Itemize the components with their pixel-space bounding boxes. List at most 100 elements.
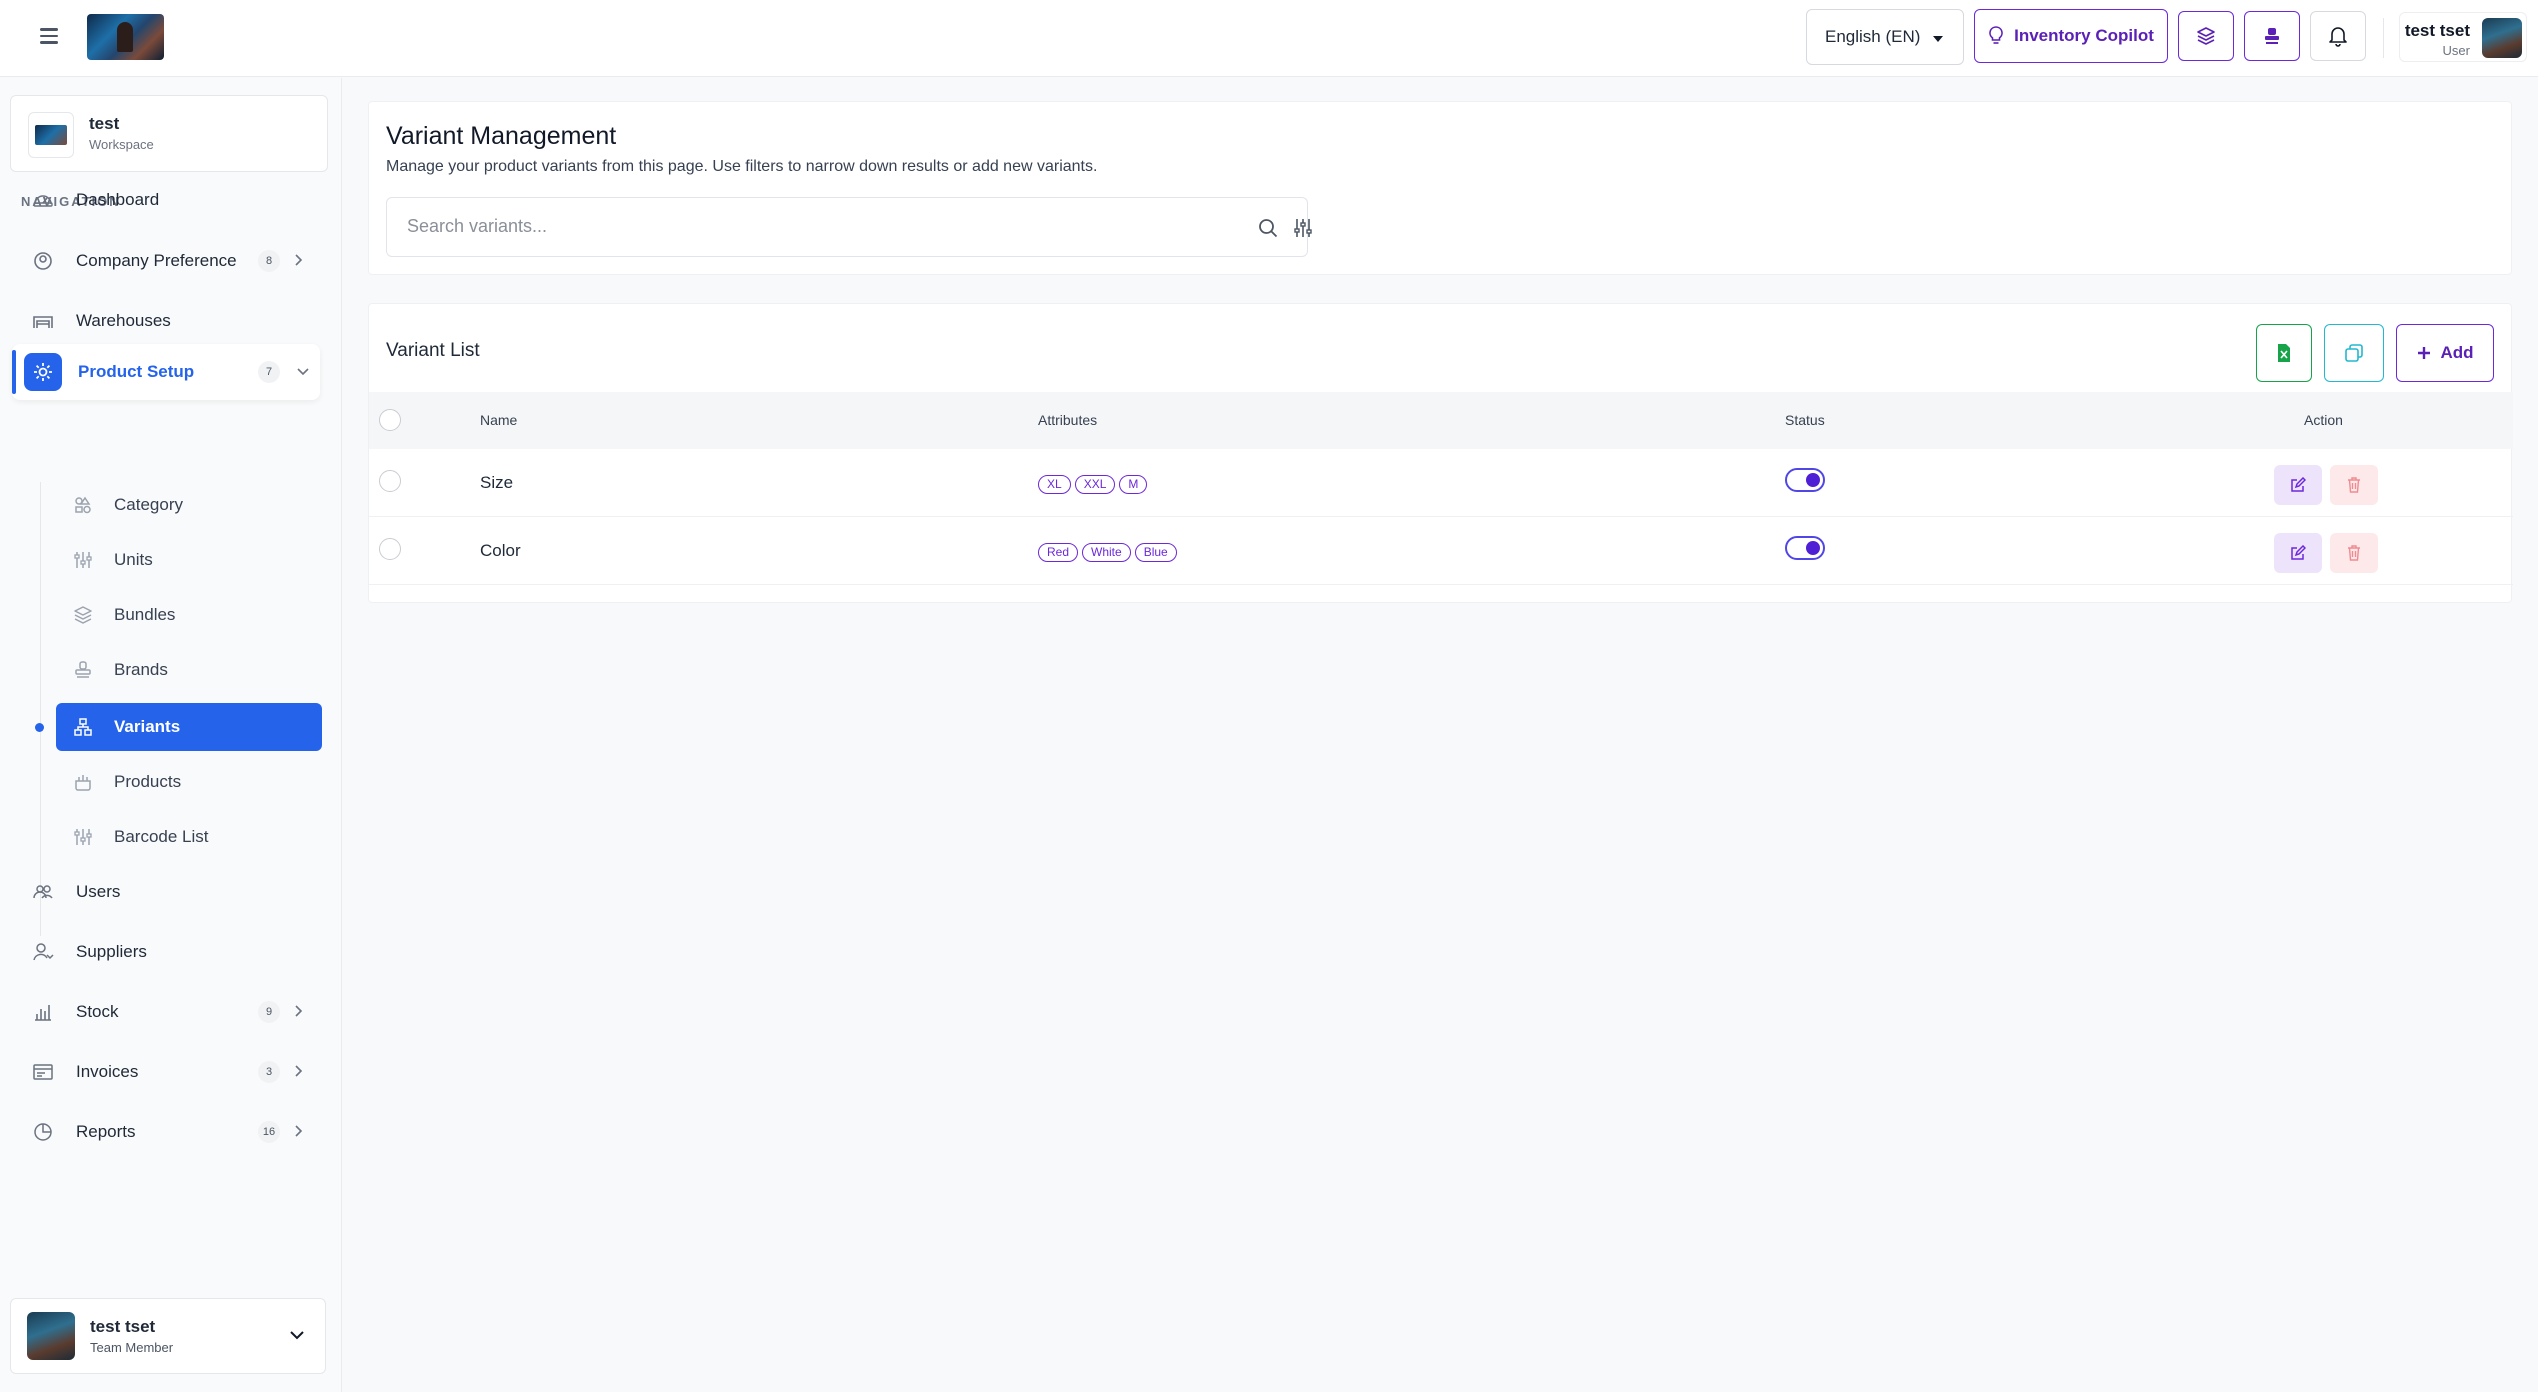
invoice-icon [30,1059,56,1085]
search-input[interactable] [407,216,1207,237]
sidebar-item-label: Bundles [114,605,176,624]
workspace-card[interactable]: test Workspace [10,95,328,172]
sidebar-item-stock[interactable]: Stock 9 [20,988,320,1036]
box-icon [70,769,96,795]
status-toggle[interactable] [1785,536,1825,560]
workspace-thumbnail [28,112,74,158]
sidebar-item-suppliers[interactable]: Suppliers [20,928,320,976]
sidebar-item-label: Variants [114,717,181,736]
pie-chart-icon [30,1119,56,1145]
menu-icon[interactable] [36,24,64,52]
sidebar-item-company-preference[interactable]: Company Preference 8 [20,237,320,285]
sidebar-item-label: Barcode List [114,827,209,846]
sidebar-item-variants[interactable]: Variants [56,703,322,751]
avatar [27,1312,75,1360]
attribute-tag: XL [1038,475,1071,494]
attribute-tag: White [1082,543,1131,562]
plus-icon [2418,347,2431,359]
page-title: Variant Management [386,122,617,150]
sidebar-item-label: Warehouses [76,311,171,330]
column-header-status: Status [1785,412,1825,428]
chevron-right-icon [294,1064,304,1083]
attribute-tag: M [1119,475,1148,494]
bar-chart-icon [30,999,56,1025]
chevron-right-icon [294,1124,304,1143]
user-name: test tset [2404,21,2470,40]
page-header-panel: Variant Management Manage your product v… [368,101,2512,275]
select-all-checkbox[interactable] [379,409,401,431]
delete-button[interactable] [2330,533,2378,573]
avatar [2482,18,2522,58]
status-toggle[interactable] [1785,468,1825,492]
sidebar-item-invoices[interactable]: Invoices 3 [20,1048,320,1096]
add-variant-button[interactable]: Add [2396,324,2494,382]
sidebar-item-reports[interactable]: Reports 16 [20,1108,320,1156]
table-row: Size XL XXL M [369,449,2513,517]
sidebar-item-label: Units [114,550,153,569]
sidebar-item-label: Users [76,882,121,901]
sidebar-item-barcode-list[interactable]: Barcode List [56,813,322,861]
column-header-name: Name [480,412,518,428]
sidebar-item-category[interactable]: Category [56,481,322,529]
sidebar-item-units[interactable]: Units [56,536,322,584]
search-icon[interactable] [1257,217,1279,244]
sidebar-item-product-setup[interactable]: Product Setup 7 [12,344,320,400]
column-header-attributes: Attributes [1038,412,1098,428]
export-excel-button[interactable] [2256,324,2312,382]
account-card[interactable]: test tset Team Member [10,1298,326,1374]
copy-button[interactable] [2324,324,2384,382]
filter-icon[interactable] [1292,217,1314,244]
edit-button[interactable] [2274,533,2322,573]
sidebar-item-bundles[interactable]: Bundles [56,591,322,639]
sidebar-item-label: Company Preference [76,251,237,270]
sidebar-item-brands[interactable]: Brands [56,646,322,694]
count-badge: 9 [258,1001,280,1023]
top-bar: English (EN) Inventory Copilot test tset… [0,0,2538,77]
add-label: Add [2440,343,2474,362]
chevron-down-icon [296,364,310,382]
sidebar-item-warehouses[interactable]: Warehouses [20,297,320,345]
attribute-tags: XL XXL M [1038,475,1148,494]
sidebar-item-label: Products [114,772,182,791]
user-role: User [2442,43,2470,58]
user-menu[interactable]: test tset User [2399,12,2527,62]
count-badge: 7 [258,361,280,383]
layers-button[interactable] [2178,11,2234,61]
row-checkbox[interactable] [379,538,401,560]
caret-down-icon [1933,36,1943,42]
notifications-button[interactable] [2310,11,2366,61]
sidebar-item-dashboard[interactable]: Dashboard [20,176,320,224]
trash-icon [2348,477,2360,493]
stamp-icon [2265,28,2279,44]
hierarchy-icon [70,714,96,740]
attribute-tag: Blue [1134,543,1177,562]
delete-button[interactable] [2330,465,2378,505]
sliders-icon [70,547,96,573]
search-box [386,197,1312,257]
warehouse-icon [30,308,56,334]
stamp-button[interactable] [2244,11,2300,61]
language-select[interactable]: English (EN) [1806,9,1964,65]
attribute-tag: XXL [1074,475,1116,494]
attribute-tag: Red [1038,543,1079,562]
edit-button[interactable] [2274,465,2322,505]
app-logo[interactable] [87,14,164,60]
sidebar-item-products[interactable]: Products [56,758,322,806]
row-checkbox[interactable] [379,470,401,492]
edit-icon [2291,545,2306,560]
sliders-icon [70,824,96,850]
sidebar-item-users[interactable]: Users [20,868,320,916]
layers-icon [70,602,96,628]
copy-icon [2345,344,2363,362]
list-title: Variant List [386,340,480,361]
sidebar-item-label: Brands [114,660,168,679]
trash-icon [2348,545,2360,561]
inventory-copilot-button[interactable]: Inventory Copilot [1974,9,2168,63]
chevron-down-icon[interactable] [289,1327,305,1345]
lightbulb-icon [1989,26,2003,44]
sidebar-item-label: Category [114,495,183,514]
chevron-right-icon [294,1004,304,1023]
sidebar-item-label: Suppliers [76,942,147,961]
attribute-tags: Red White Blue [1038,543,1177,562]
settings-user-icon [30,248,56,274]
